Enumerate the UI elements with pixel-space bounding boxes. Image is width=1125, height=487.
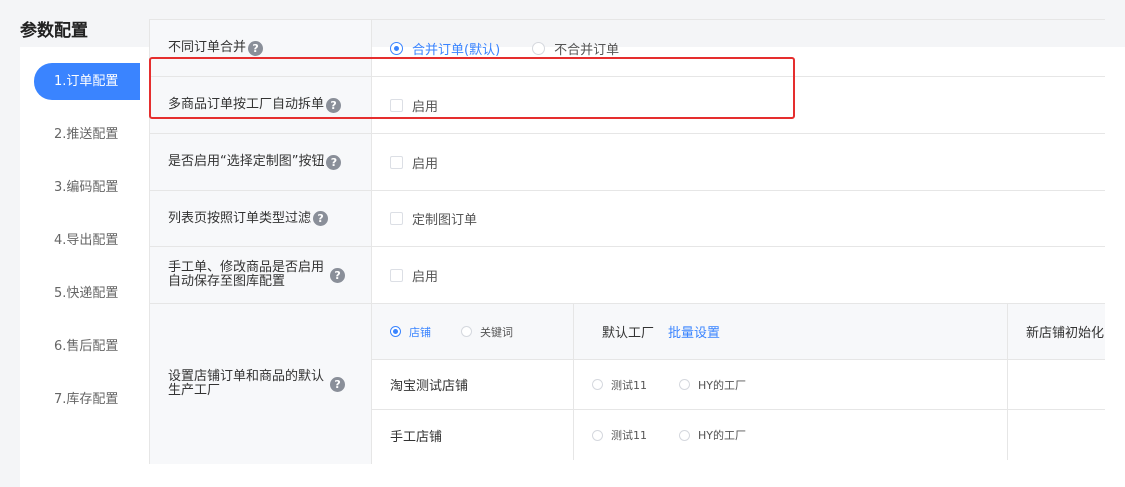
page-title: 参数配置 [20,21,88,41]
setting-value: 启用 [372,134,1105,190]
factory-radio[interactable]: 测试11 [592,377,647,393]
split-enable-checkbox[interactable]: 启用 [390,96,438,115]
setting-row-filter: 列表页按照订单类型过滤 ? 定制图订单 [150,191,1105,247]
radio-unchecked-icon [592,379,603,390]
custom-button-enable-checkbox[interactable]: 启用 [390,153,438,172]
checkbox-icon [390,98,403,112]
nav-item-push-config[interactable]: 2.推送配置 [34,116,140,153]
nav-item-order-config[interactable]: 1.订单配置 [34,63,140,100]
radio-unchecked-icon [679,379,690,390]
custom-image-order-checkbox[interactable]: 定制图订单 [390,209,477,228]
checkbox-icon [390,268,403,282]
factory-subtable: 店铺 关键词 默认工厂 批量设置 新店铺初始化 淘宝测试店铺 测试11 HY的工… [372,304,1105,464]
mode-keyword-radio[interactable]: 关键词 [461,324,513,340]
nav-item-express-config[interactable]: 5.快递配置 [34,275,140,312]
store-name: 淘宝测试店铺 [372,360,574,409]
new-store-cell [1008,410,1105,460]
help-icon[interactable]: ? [326,154,342,170]
table-row: 淘宝测试店铺 测试11 HY的工厂 [372,360,1105,410]
split-label: 多商品订单按工厂自动拆单 [168,97,325,112]
no-merge-orders-radio[interactable]: 不合并订单 [532,39,619,58]
radio-checked-icon [390,326,401,337]
checkbox-icon [390,155,403,169]
nav-item-aftersale-config[interactable]: 6.售后配置 [34,328,140,365]
setting-value: 启用 [372,247,1105,303]
setting-label: 设置店铺订单和商品的默认 生产工厂 ? [150,304,372,464]
factory-radio[interactable]: HY的工厂 [679,377,746,393]
default-factory-label: 默认工厂 [602,326,655,341]
custom-button-label: 是否启用“选择定制图”按钮 [168,154,325,169]
factory-radio[interactable]: HY的工厂 [679,427,746,443]
merge-orders-radio[interactable]: 合并订单(默认) [390,39,500,58]
batch-set-link[interactable]: 批量设置 [668,322,720,341]
setting-value: 启用 [372,77,1105,133]
new-store-init-header: 新店铺初始化 [1026,326,1105,341]
nav-item-stock-config[interactable]: 7.库存配置 [34,381,140,418]
radio-unchecked-icon [679,429,690,441]
merge-label: 不同订单合并 [168,40,247,55]
factory-header-row: 店铺 关键词 默认工厂 批量设置 新店铺初始化 [372,304,1105,360]
setting-row-autosave: 手工单、修改商品是否启用 自动保存至图库配置 ? 启用 [150,247,1105,304]
setting-row-custom-button: 是否启用“选择定制图”按钮 ? 启用 [150,134,1105,191]
factory-label: 设置店铺订单和商品的默认 生产工厂 [168,369,325,398]
radio-unchecked-icon [592,429,603,441]
help-icon[interactable]: ? [326,97,342,113]
autosave-label: 手工单、修改商品是否启用 自动保存至图库配置 [168,260,325,289]
setting-value: 合并订单(默认) 不合并订单 [372,20,1105,76]
new-store-cell [1008,360,1105,409]
setting-value: 定制图订单 [372,191,1105,246]
setting-label: 不同订单合并 ? [150,20,372,76]
radio-unchecked-icon [461,326,472,337]
factory-radio[interactable]: 测试11 [592,427,647,443]
setting-label: 是否启用“选择定制图”按钮 ? [150,134,372,190]
checkbox-icon [390,212,403,225]
help-icon[interactable]: ? [313,211,329,226]
store-name: 手工店铺 [372,410,574,460]
side-nav: 1.订单配置 2.推送配置 3.编码配置 4.导出配置 5.快递配置 6.售后配… [34,63,140,434]
settings-table: 不同订单合并 ? 合并订单(默认) 不合并订单 多商品订单按工厂自动拆单 ? 启… [149,19,1105,464]
setting-label: 列表页按照订单类型过滤 ? [150,191,372,246]
setting-label: 多商品订单按工厂自动拆单 ? [150,77,372,133]
factory-options: 测试11 HY的工厂 [574,410,1008,460]
setting-row-merge: 不同订单合并 ? 合并订单(默认) 不合并订单 [150,20,1105,77]
radio-checked-icon [390,41,403,55]
autosave-enable-checkbox[interactable]: 启用 [390,266,438,285]
help-icon[interactable]: ? [330,376,346,392]
factory-options: 测试11 HY的工厂 [574,360,1008,409]
nav-item-export-config[interactable]: 4.导出配置 [34,222,140,259]
radio-unchecked-icon [532,41,546,55]
nav-item-code-config[interactable]: 3.编码配置 [34,169,140,206]
table-row: 手工店铺 测试11 HY的工厂 [372,410,1105,460]
mode-selector: 店铺 关键词 [372,304,574,359]
setting-row-factory: 设置店铺订单和商品的默认 生产工厂 ? 店铺 关键词 默认工厂 批量设置 新店铺… [150,304,1105,464]
default-factory-header: 默认工厂 批量设置 [574,304,1008,359]
help-icon[interactable]: ? [248,40,264,56]
mode-store-radio[interactable]: 店铺 [390,324,431,340]
setting-row-split: 多商品订单按工厂自动拆单 ? 启用 [150,77,1105,134]
setting-label: 手工单、修改商品是否启用 自动保存至图库配置 ? [150,247,372,303]
filter-label: 列表页按照订单类型过滤 [168,210,312,226]
help-icon[interactable]: ? [330,267,346,283]
